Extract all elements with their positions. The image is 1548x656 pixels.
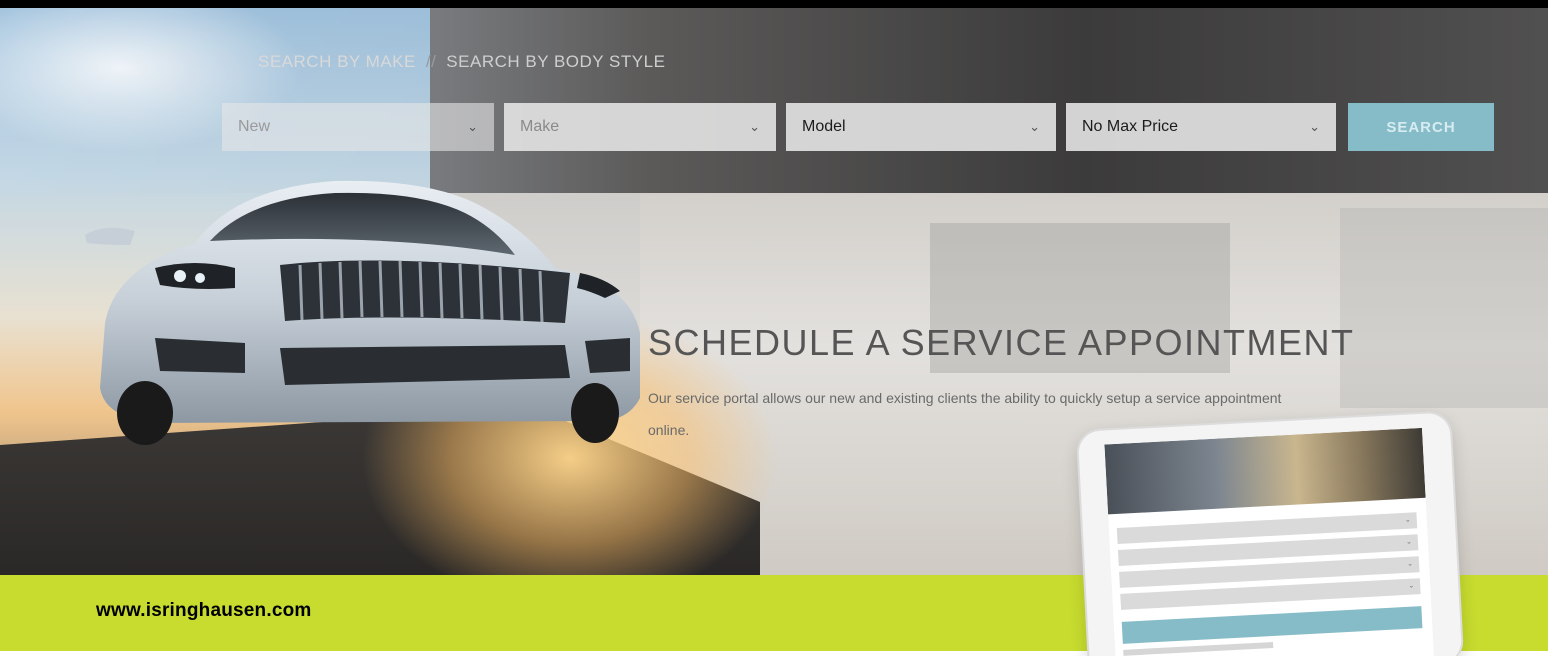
max-price-select-value: No Max Price <box>1082 118 1179 135</box>
top-bar <box>0 0 1548 8</box>
website-url[interactable]: www.isringhausen.com <box>96 600 312 622</box>
chevron-down-icon: ⌄ <box>1404 516 1411 524</box>
chevron-down-icon: ⌄ <box>1407 560 1414 568</box>
make-select[interactable]: Make ⌄ <box>504 103 776 151</box>
model-select-value: Model <box>802 118 846 135</box>
chevron-down-icon: ⌄ <box>749 119 760 134</box>
condition-select-value: New <box>238 118 271 135</box>
search-button[interactable]: SEARCH <box>1348 103 1494 151</box>
chevron-down-icon: ⌄ <box>1405 538 1413 546</box>
chevron-down-icon: ⌄ <box>1309 119 1320 134</box>
chevron-down-icon: ⌄ <box>1408 582 1415 590</box>
tablet-submit-button <box>1121 606 1423 644</box>
car-image <box>85 180 640 445</box>
make-select-value: Make <box>520 118 560 135</box>
tablet-mockup: ⌄ ⌄ ⌄ ⌄ <box>1077 412 1463 656</box>
shop-shadow <box>1340 208 1548 408</box>
tablet-screen: ⌄ ⌄ ⌄ ⌄ <box>1104 427 1435 656</box>
tab-search-by-body-style[interactable]: SEARCH BY BODY STYLE <box>446 52 665 71</box>
condition-select[interactable]: New ⌄ <box>222 103 494 151</box>
search-tabs: SEARCH BY MAKE // SEARCH BY BODY STYLE <box>258 52 665 72</box>
tab-separator: // <box>425 52 437 71</box>
max-price-select[interactable]: No Max Price ⌄ <box>1066 103 1336 151</box>
chevron-down-icon: ⌄ <box>1029 119 1040 134</box>
model-select[interactable]: Model ⌄ <box>786 103 1056 151</box>
tablet-car-photo <box>1104 427 1426 515</box>
service-title: SCHEDULE A SERVICE APPOINTMENT <box>648 322 1355 363</box>
chevron-down-icon: ⌄ <box>467 119 478 134</box>
tablet-footer-text <box>1123 641 1274 656</box>
page: SEARCH BY MAKE // SEARCH BY BODY STYLE New… <box>0 0 1548 656</box>
tab-search-by-make[interactable]: SEARCH BY MAKE <box>258 52 416 71</box>
